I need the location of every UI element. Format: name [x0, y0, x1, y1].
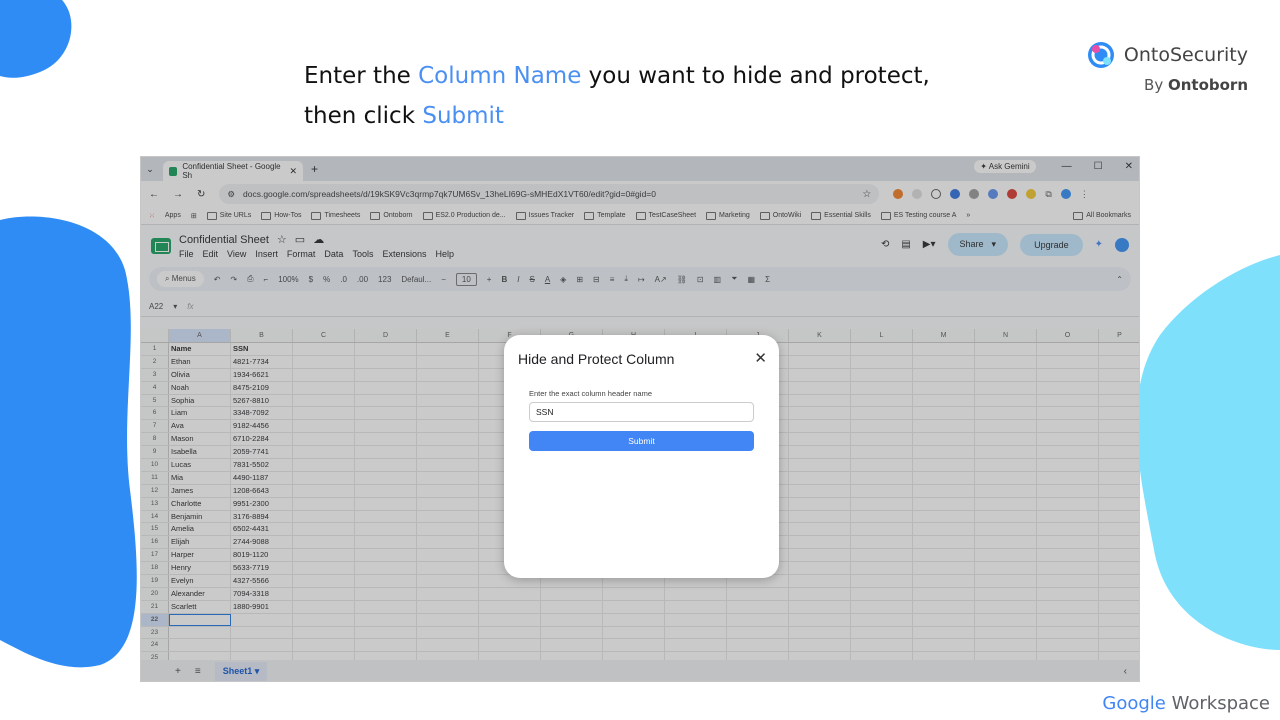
submit-button[interactable]: Submit [529, 431, 754, 451]
brand-company: Ontoborn [1167, 76, 1248, 94]
hide-protect-dialog: Hide and Protect Column ✕ Enter the exac… [504, 335, 779, 578]
headline: Enter the Column Name you want to hide a… [304, 56, 930, 136]
brand: OntoSecurity By Ontoborn [1086, 40, 1248, 94]
headline-line-1: Enter the Column Name you want to hide a… [304, 63, 930, 89]
browser-window: ⌄ Confidential Sheet - Google Sh ✕ + ✦ A… [140, 156, 1140, 682]
blob-top-left [0, 0, 72, 78]
google-workspace-logo: Google Workspace [1102, 693, 1270, 714]
headline-highlight-column-name: Column Name [418, 63, 582, 89]
column-name-input[interactable] [529, 402, 754, 422]
brand-name: OntoSecurity [1123, 44, 1248, 66]
headline-line-2: then click Submit [304, 103, 504, 129]
close-icon[interactable]: ✕ [754, 349, 767, 367]
ontosecurity-logo-icon [1087, 42, 1114, 68]
blob-right [1136, 255, 1280, 650]
headline-highlight-submit: Submit [422, 103, 504, 129]
column-name-label: Enter the exact column header name [529, 389, 652, 398]
dialog-title: Hide and Protect Column [518, 351, 675, 367]
blob-left [0, 216, 137, 668]
